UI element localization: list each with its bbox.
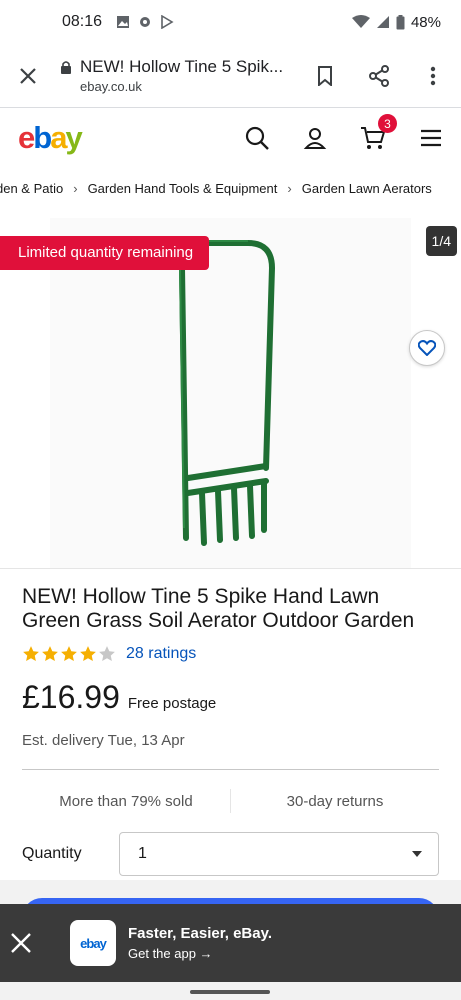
- cart-count-badge: 3: [378, 114, 397, 133]
- sold-percentage: More than 79% sold: [59, 792, 193, 810]
- estimated-delivery: Est. delivery Tue, 13 Apr: [22, 732, 185, 749]
- status-bar: 08:16 48%: [0, 0, 461, 44]
- returns-policy: 30-day returns: [286, 792, 384, 810]
- product-image-gallery[interactable]: Limited quantity remaining 1/4: [0, 218, 461, 568]
- caret-down-icon: [412, 851, 422, 857]
- close-icon: [20, 67, 36, 84]
- rating-row: 28 ratings: [22, 645, 439, 663]
- product-info: NEW! Hollow Tine 5 Spike Hand Lawn Green…: [0, 569, 461, 876]
- user-icon: [303, 128, 327, 149]
- quantity-row: Quantity 1: [22, 832, 439, 876]
- more-vert-icon: [430, 66, 436, 85]
- url-bar[interactable]: NEW! Hollow Tine 5 Spik... ebay.co.uk: [60, 57, 299, 94]
- page-title: NEW! Hollow Tine 5 Spik...: [80, 57, 284, 76]
- hamburger-menu-icon: [421, 129, 441, 147]
- dismiss-banner-button[interactable]: [10, 932, 32, 954]
- signal-icon: [376, 16, 389, 28]
- play-store-notification-icon: [161, 15, 174, 29]
- shipping-info: Free postage: [127, 695, 217, 712]
- ratings-link[interactable]: 28 ratings: [126, 645, 196, 663]
- cart-button[interactable]: 3: [359, 114, 397, 152]
- close-tab-button[interactable]: [14, 62, 42, 90]
- price: £16.99: [22, 679, 120, 715]
- share-icon: [369, 64, 389, 87]
- browser-menu-button[interactable]: [419, 62, 447, 90]
- limited-quantity-badge: Limited quantity remaining: [0, 236, 210, 270]
- bookmark-icon: [318, 65, 332, 86]
- status-time: 08:16: [62, 13, 103, 30]
- quantity-select[interactable]: 1: [119, 832, 439, 876]
- quantity-value: 1: [138, 845, 147, 862]
- star-empty-icon: [99, 646, 115, 662]
- chevron-right-icon: ›: [287, 180, 292, 196]
- price-row: £16.99 Free postage: [22, 679, 439, 716]
- close-icon: [11, 933, 31, 953]
- product-title: NEW! Hollow Tine 5 Spike Hand Lawn Green…: [22, 585, 415, 632]
- star-filled-icon: [23, 646, 39, 662]
- bookmark-button[interactable]: [311, 62, 339, 90]
- search-button[interactable]: [243, 124, 271, 152]
- settings-notification-icon: [140, 17, 151, 27]
- gesture-nav-handle[interactable]: [190, 990, 270, 994]
- breadcrumb-item[interactable]: Garden Lawn Aerators: [302, 181, 432, 196]
- star-rating: [22, 645, 116, 663]
- url-domain: ebay.co.uk: [80, 79, 142, 94]
- wifi-icon: [351, 15, 370, 28]
- quantity-label: Quantity: [22, 845, 82, 862]
- chevron-right-icon: ›: [73, 180, 78, 196]
- lock-icon: [61, 61, 71, 74]
- browser-toolbar: NEW! Hollow Tine 5 Spik... ebay.co.uk: [0, 44, 461, 108]
- product-image: [178, 240, 276, 546]
- heart-icon: [418, 340, 436, 356]
- breadcrumb: den & Patio › Garden Hand Tools & Equipm…: [0, 168, 461, 208]
- gallery-notification-icon: [117, 16, 130, 28]
- share-button[interactable]: [365, 62, 393, 90]
- site-header: ebay 3: [0, 108, 461, 168]
- breadcrumb-item[interactable]: den & Patio: [0, 181, 63, 196]
- star-filled-icon: [42, 646, 58, 662]
- star-filled-icon: [61, 646, 77, 662]
- battery-icon: [396, 14, 405, 29]
- ebay-logo[interactable]: ebay: [18, 120, 83, 156]
- search-icon: [245, 126, 269, 150]
- app-promo-title: Faster, Easier, eBay.: [128, 925, 272, 942]
- app-promo-banner: ebay Faster, Easier, eBay. Get the app →: [0, 904, 461, 982]
- image-counter: 1/4: [425, 226, 457, 256]
- watchlist-button[interactable]: [409, 330, 445, 366]
- menu-button[interactable]: [417, 124, 445, 152]
- app-promo-text[interactable]: Faster, Easier, eBay. Get the app →: [128, 925, 272, 961]
- get-app-link[interactable]: Get the app →: [128, 946, 272, 961]
- star-filled-icon: [80, 646, 96, 662]
- battery-percentage: 48%: [410, 13, 441, 31]
- ebay-app-icon[interactable]: ebay: [70, 920, 116, 966]
- item-facts: More than 79% sold 30-day returns: [22, 770, 439, 832]
- breadcrumb-item[interactable]: Garden Hand Tools & Equipment: [88, 181, 278, 196]
- account-button[interactable]: [301, 124, 329, 152]
